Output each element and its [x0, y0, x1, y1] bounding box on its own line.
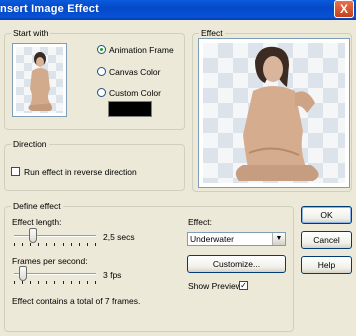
- effect-type-value: Underwater: [190, 234, 234, 244]
- effect-length-slider[interactable]: [14, 228, 96, 246]
- frame-count-summary: Effect contains a total of 7 frames.: [12, 296, 141, 306]
- close-button[interactable]: X: [334, 0, 354, 18]
- effect-length-label: Effect length:: [12, 217, 62, 227]
- fps-value: 3 fps: [103, 270, 122, 280]
- define-effect-label: Define effect: [11, 201, 63, 211]
- radio-animation-frame-label: Animation Frame: [109, 45, 174, 55]
- show-preview-checkbox[interactable]: ✓: [239, 281, 248, 290]
- radio-canvas-color[interactable]: [97, 67, 106, 76]
- chevron-down-icon[interactable]: ▼: [272, 233, 285, 245]
- radio-animation-frame[interactable]: [97, 45, 106, 54]
- title-bar: nsert Image Effect X: [0, 0, 356, 20]
- start-with-label: Start with: [11, 28, 51, 38]
- start-frame-thumbnail: [12, 43, 67, 117]
- custom-color-swatch[interactable]: [108, 101, 152, 117]
- reverse-direction-checkbox[interactable]: [11, 167, 20, 176]
- figure-thumbnail-icon: [28, 52, 52, 111]
- effect-type-select[interactable]: Underwater ▼: [187, 232, 286, 246]
- figure-preview-icon: [235, 46, 319, 181]
- radio-custom-color[interactable]: [97, 88, 106, 97]
- reverse-direction-label: Run effect in reverse direction: [24, 167, 137, 177]
- direction-label: Direction: [11, 139, 49, 149]
- radio-canvas-color-label: Canvas Color: [109, 67, 161, 77]
- fps-slider[interactable]: [14, 266, 96, 284]
- window-title: nsert Image Effect: [0, 3, 99, 15]
- help-button[interactable]: Help: [301, 256, 352, 274]
- effect-length-thumb[interactable]: [29, 228, 37, 243]
- fps-thumb[interactable]: [19, 266, 27, 281]
- start-frame-image: [16, 47, 63, 113]
- effect-preview-image: [203, 43, 345, 183]
- effect-preview: [198, 38, 350, 188]
- cancel-button[interactable]: Cancel: [301, 231, 352, 249]
- effect-type-label: Effect:: [188, 217, 212, 227]
- show-preview-label: Show Preview: [188, 281, 242, 291]
- ok-button[interactable]: OK: [301, 206, 352, 224]
- fps-label: Frames per second:: [12, 256, 88, 266]
- effect-group-label: Effect: [199, 28, 225, 38]
- effect-length-value: 2,5 secs: [103, 232, 135, 242]
- customize-button[interactable]: Customize...: [187, 255, 286, 273]
- close-icon: X: [339, 2, 348, 16]
- radio-custom-color-label: Custom Color: [109, 88, 161, 98]
